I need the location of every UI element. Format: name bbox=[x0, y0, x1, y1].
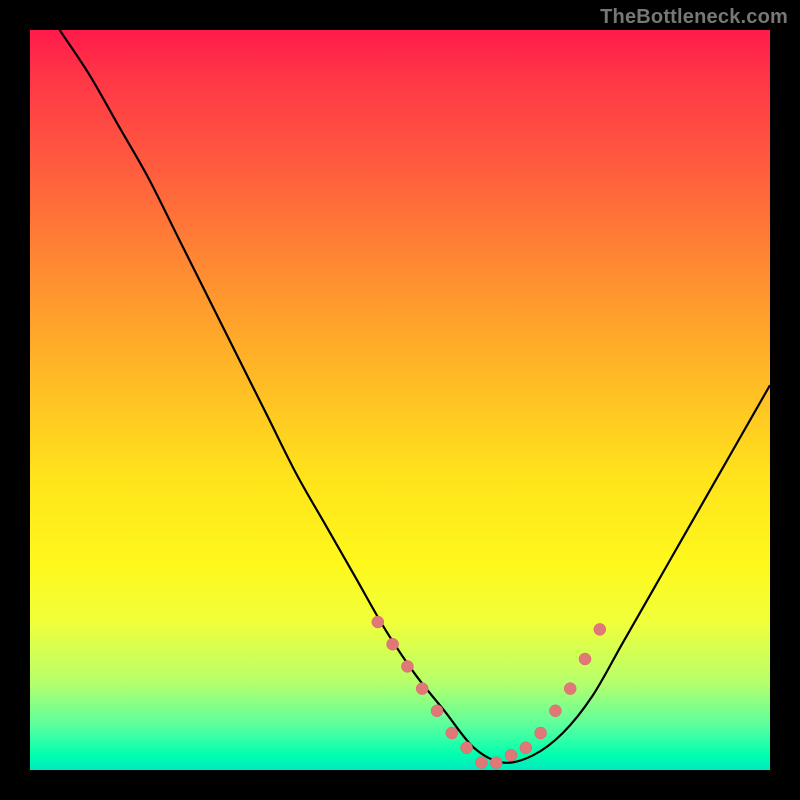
data-point bbox=[461, 742, 473, 754]
chart-container: TheBottleneck.com bbox=[0, 0, 800, 800]
plot-area bbox=[30, 30, 770, 770]
data-point bbox=[431, 705, 443, 717]
bottleneck-curve bbox=[60, 30, 770, 763]
data-point bbox=[505, 749, 517, 761]
data-point bbox=[490, 757, 502, 769]
data-point bbox=[416, 683, 428, 695]
data-point bbox=[446, 727, 458, 739]
data-point bbox=[475, 757, 487, 769]
watermark-text: TheBottleneck.com bbox=[600, 6, 788, 29]
data-point bbox=[564, 683, 576, 695]
data-point bbox=[535, 727, 547, 739]
data-point bbox=[401, 660, 413, 672]
data-point bbox=[372, 616, 384, 628]
curve-svg bbox=[30, 30, 770, 770]
data-points bbox=[372, 616, 606, 769]
data-point bbox=[594, 623, 606, 635]
data-point bbox=[520, 742, 532, 754]
data-point bbox=[579, 653, 591, 665]
data-point bbox=[387, 638, 399, 650]
data-point bbox=[549, 705, 561, 717]
